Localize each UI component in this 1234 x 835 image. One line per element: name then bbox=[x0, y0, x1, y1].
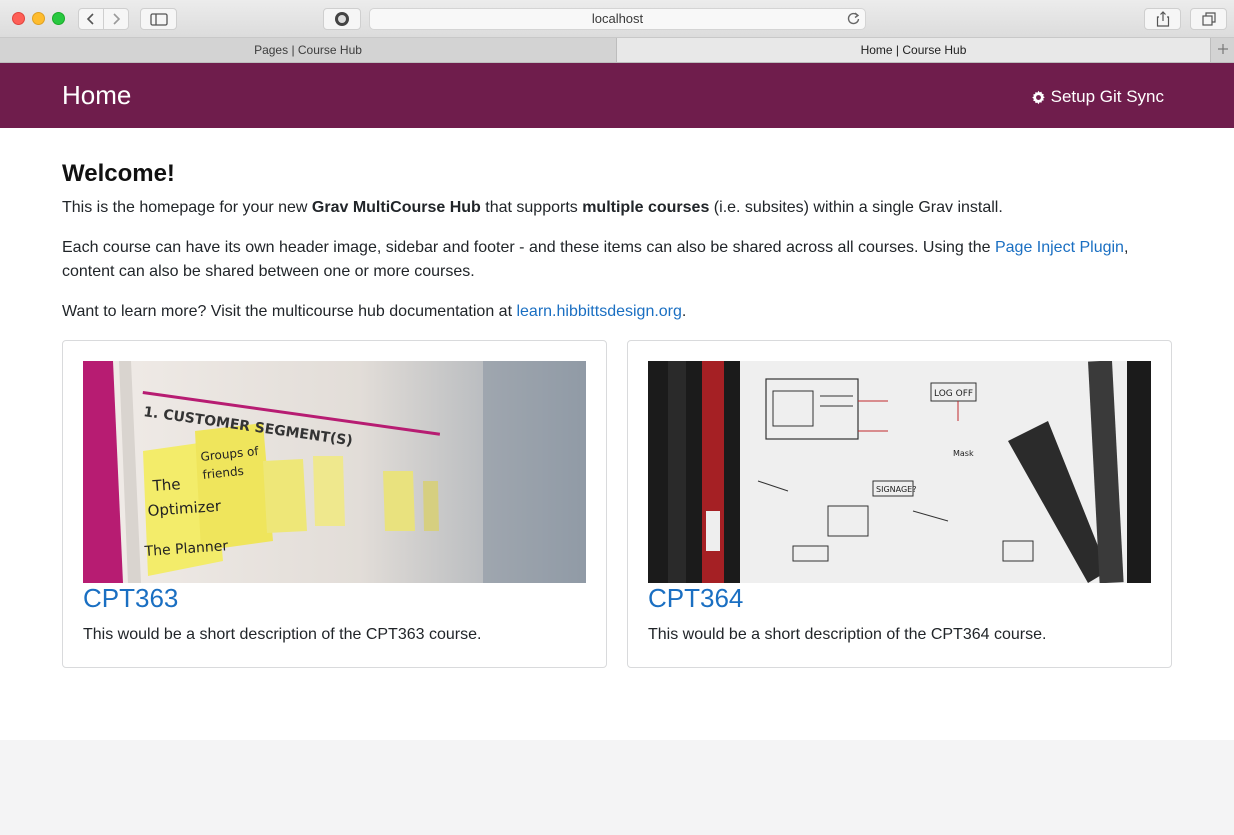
address-bar[interactable]: localhost bbox=[369, 8, 866, 30]
intro-bold-hub: Grav MultiCourse Hub bbox=[311, 199, 481, 216]
svg-text:Mask: Mask bbox=[953, 449, 974, 458]
tab-home[interactable]: Home | Course Hub bbox=[617, 38, 1211, 62]
new-tab-button[interactable] bbox=[1211, 38, 1234, 62]
privacy-icon bbox=[335, 12, 349, 26]
documentation-link[interactable]: learn.hibbittsdesign.org bbox=[516, 303, 681, 320]
page-inject-plugin-link[interactable]: Page Inject Plugin bbox=[995, 239, 1124, 256]
learn-more-text-end: . bbox=[681, 303, 687, 320]
course-image-sticky-notes[interactable]: 1. CUSTOMER SEGMENT(S) The Optimizer The… bbox=[83, 361, 586, 583]
welcome-heading: Welcome! bbox=[62, 160, 175, 187]
tab-overview-button[interactable] bbox=[1190, 8, 1227, 30]
reload-icon[interactable] bbox=[847, 11, 860, 31]
course-description: This would be a short description of the… bbox=[648, 626, 1047, 643]
page-title[interactable]: Home bbox=[62, 80, 131, 111]
gear-icon bbox=[1031, 90, 1045, 104]
sidebar-icon bbox=[149, 12, 168, 26]
learn-more-paragraph: Want to learn more? Visit the multicours… bbox=[62, 300, 1172, 324]
site-footer bbox=[0, 740, 1234, 835]
site-header: Home Setup Git Sync bbox=[0, 63, 1234, 128]
svg-text:LOG OFF: LOG OFF bbox=[934, 389, 973, 399]
url-text: localhost bbox=[591, 11, 644, 26]
plus-icon bbox=[1217, 44, 1228, 54]
zoom-window-button[interactable] bbox=[52, 12, 65, 25]
setup-git-sync-link[interactable]: Setup Git Sync bbox=[1031, 87, 1164, 107]
intro-text-end: (i.e. subsites) within a single Grav ins… bbox=[709, 199, 1003, 216]
share-icon bbox=[1156, 11, 1169, 27]
intro-text: This is the homepage for your new bbox=[62, 199, 312, 216]
course-card: LOG OFF SIGNAGE? Mask CPT364 This would … bbox=[627, 340, 1172, 668]
minimize-window-button[interactable] bbox=[32, 12, 45, 25]
learn-more-text: Want to learn more? Visit the multicours… bbox=[62, 303, 517, 320]
back-button[interactable] bbox=[78, 8, 104, 30]
tab-bar: Pages | Course Hub Home | Course Hub bbox=[0, 38, 1234, 63]
forward-button[interactable] bbox=[103, 8, 129, 30]
chevron-left-icon bbox=[86, 13, 94, 25]
sidebar-toggle-button[interactable] bbox=[140, 8, 177, 30]
features-text: Each course can have its own header imag… bbox=[62, 239, 995, 256]
tab-pages[interactable]: Pages | Course Hub bbox=[0, 38, 617, 62]
svg-text:The: The bbox=[151, 475, 181, 495]
tabs-icon bbox=[1201, 12, 1216, 26]
main-content: Welcome! This is the homepage for your n… bbox=[0, 128, 1234, 740]
browser-toolbar: localhost bbox=[0, 0, 1234, 38]
share-button[interactable] bbox=[1144, 8, 1181, 30]
course-description: This would be a short description of the… bbox=[83, 626, 482, 643]
features-paragraph: Each course can have its own header imag… bbox=[62, 236, 1172, 284]
course-card: 1. CUSTOMER SEGMENT(S) The Optimizer The… bbox=[62, 340, 607, 668]
intro-bold-courses: multiple courses bbox=[582, 199, 710, 216]
privacy-report-button[interactable] bbox=[323, 8, 361, 30]
setup-git-sync-label: Setup Git Sync bbox=[1050, 87, 1164, 106]
svg-text:SIGNAGE?: SIGNAGE? bbox=[876, 485, 916, 494]
course-image-sketches[interactable]: LOG OFF SIGNAGE? Mask bbox=[648, 361, 1151, 583]
chevron-right-icon bbox=[113, 13, 121, 25]
intro-text-mid: that supports bbox=[480, 199, 583, 216]
course-title-link[interactable]: CPT363 bbox=[83, 583, 178, 614]
close-window-button[interactable] bbox=[12, 12, 25, 25]
course-title-link[interactable]: CPT364 bbox=[648, 583, 743, 614]
intro-paragraph: This is the homepage for your new Grav M… bbox=[62, 196, 1172, 220]
